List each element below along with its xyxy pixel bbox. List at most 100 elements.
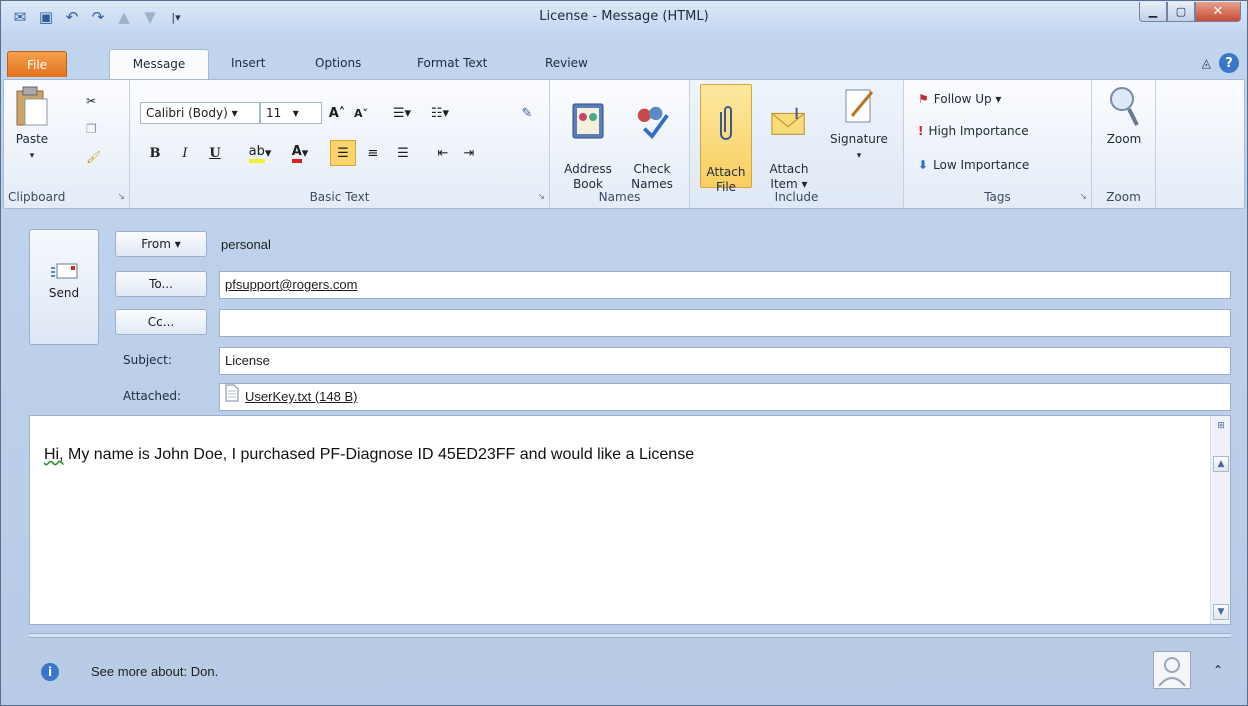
text-file-icon [225, 384, 239, 411]
flag-icon: ⚑ [918, 92, 929, 106]
close-button[interactable]: ✕ [1195, 2, 1241, 22]
group-zoom: Zoom Zoom [1092, 80, 1156, 208]
to-recipient[interactable]: pfsupport@rogers.com [225, 277, 357, 292]
scroll-down-arrow[interactable]: ▼ [1213, 604, 1229, 620]
magnifier-icon [1105, 86, 1143, 126]
group-names: Address Book Check Names Names [550, 80, 690, 208]
signature-dropdown-icon: ▾ [856, 151, 862, 161]
high-importance-button[interactable]: ! High Importance [918, 120, 1029, 142]
send-icon [49, 260, 79, 282]
attached-field: UserKey.txt (148 B) [219, 383, 1231, 411]
expand-people-pane-icon[interactable]: ⌃ [1213, 663, 1223, 677]
low-importance-button[interactable]: ⬇ Low Importance [918, 154, 1029, 176]
clear-formatting-icon[interactable]: ✎ [514, 102, 540, 124]
message-body-text[interactable]: Hi, My name is John Doe, I purchased PF-… [44, 446, 694, 464]
bullets-icon[interactable]: ☰▾ [384, 102, 420, 124]
address-book-button[interactable]: Address Book [558, 86, 618, 192]
align-center-icon[interactable]: ≡ [360, 142, 386, 164]
clipboard-launcher-icon[interactable]: ↘ [117, 192, 125, 202]
tab-file[interactable]: File [7, 51, 67, 77]
paste-icon [13, 86, 51, 126]
tab-review[interactable]: Review [533, 47, 600, 79]
signature-icon [840, 86, 878, 126]
highlight-icon[interactable]: ab ▾ [242, 142, 278, 164]
grow-font-icon[interactable]: A˄ [326, 102, 348, 124]
from-button[interactable]: From ▾ [115, 231, 207, 257]
minimize-ribbon-icon[interactable]: ◬ [1202, 56, 1211, 70]
align-right-icon[interactable]: ☰ [390, 142, 416, 164]
italic-button[interactable]: I [174, 142, 196, 164]
bold-button[interactable]: B [144, 142, 166, 164]
attach-item-button[interactable]: Attach Item ▾ [760, 86, 818, 192]
paste-dropdown-icon: ▾ [29, 151, 35, 161]
attachment-link[interactable]: UserKey.txt (148 B) [245, 384, 357, 410]
basic-text-launcher-icon[interactable]: ↘ [537, 192, 545, 202]
group-include: Attach File Attach Item ▾ Signature ▾ Inc… [690, 80, 904, 208]
ruler-toggle-icon[interactable]: ⊞ [1213, 418, 1229, 434]
vertical-scrollbar[interactable]: ⊞ ▲ ▼ [1210, 416, 1230, 624]
tab-options[interactable]: Options [303, 47, 373, 79]
subject-label: Subject: [123, 353, 172, 367]
follow-up-button[interactable]: ⚑ Follow Up ▾ [918, 88, 1001, 110]
address-book-icon [569, 101, 607, 141]
include-group-label: Include [774, 190, 819, 204]
decrease-indent-icon[interactable]: ⇤ [430, 142, 456, 164]
help-area: ◬ ? [1202, 53, 1239, 73]
underline-button[interactable]: U [204, 142, 226, 164]
info-icon: i [41, 663, 59, 681]
maximize-button[interactable]: ▢ [1167, 2, 1195, 22]
to-field[interactable]: pfsupport@rogers.com [219, 271, 1231, 299]
shrink-font-icon[interactable]: A˅ [350, 102, 372, 124]
tab-message[interactable]: Message [109, 49, 209, 81]
font-name-combo[interactable]: Calibri (Body) ▾ [140, 102, 260, 124]
tags-group-label: Tags [984, 190, 1011, 204]
tags-launcher-icon[interactable]: ↘ [1079, 192, 1087, 202]
cc-button[interactable]: Cc... [115, 309, 207, 335]
attach-file-button[interactable]: Attach File [700, 84, 752, 194]
check-names-button[interactable]: Check Names [622, 86, 682, 192]
zoom-button[interactable]: Zoom [1098, 86, 1150, 147]
tab-insert[interactable]: Insert [219, 47, 277, 79]
zoom-group-label: Zoom [1106, 190, 1141, 204]
people-pane: i See more about: Don. ⌃ [1, 641, 1247, 703]
greeting-text: Hi, [44, 446, 64, 463]
format-painter-icon[interactable]: 🖌 [86, 146, 101, 168]
signature-button[interactable]: Signature ▾ [822, 86, 896, 164]
clipboard-group-label: Clipboard [8, 190, 66, 204]
cc-field[interactable] [219, 309, 1231, 337]
paperclip-icon [707, 104, 745, 144]
font-size-combo[interactable]: 11 ▾ [260, 102, 322, 124]
from-value: personal [221, 237, 271, 252]
people-pane-splitter[interactable] [29, 633, 1231, 638]
low-importance-icon: ⬇ [918, 158, 929, 172]
message-body[interactable]: Hi, My name is John Doe, I purchased PF-… [29, 415, 1231, 625]
font-color-icon[interactable]: A ▾ [282, 142, 318, 164]
window-controls: ▁ ▢ ✕ [1139, 2, 1241, 22]
contact-avatar[interactable] [1153, 651, 1191, 689]
check-names-icon [633, 101, 671, 141]
minimize-button[interactable]: ▁ [1139, 2, 1167, 22]
to-button[interactable]: To... [115, 271, 207, 297]
paste-button[interactable]: Paste ▾ [10, 86, 54, 164]
body-sentence: My name is John Doe, I purchased PF-Diag… [63, 446, 695, 463]
group-tags: ⚑ Follow Up ▾ ! High Importance ⬇ Low Im… [904, 80, 1092, 208]
attached-label: Attached: [123, 389, 182, 403]
send-button[interactable]: Send [29, 229, 99, 345]
numbering-icon[interactable]: ☷▾ [422, 102, 458, 124]
see-more-text[interactable]: See more about: Don. [91, 664, 218, 679]
subject-field[interactable]: License [219, 347, 1231, 375]
help-icon[interactable]: ? [1219, 53, 1239, 73]
basic-text-group-label: Basic Text [309, 190, 370, 204]
group-clipboard: Paste ▾ ✂ ❐ 🖌 Clipboard ↘ [4, 80, 130, 208]
outlook-message-window: ✉ ▣ ↶ ↷ ▲ ▼ |▾ License - Message (HTML) … [0, 0, 1248, 706]
increase-indent-icon[interactable]: ⇥ [456, 142, 482, 164]
copy-icon[interactable]: ❐ [86, 118, 97, 140]
scroll-up-arrow[interactable]: ▲ [1213, 456, 1229, 472]
tab-format-text[interactable]: Format Text [405, 47, 499, 79]
align-left-icon[interactable]: ☰ [330, 140, 356, 166]
window-title: License - Message (HTML) [539, 9, 709, 24]
ribbon-tabs: File Message Insert Options Format Text … [1, 47, 1247, 81]
cut-icon[interactable]: ✂ [86, 90, 96, 112]
attach-item-icon [770, 101, 808, 141]
group-basic-text: Calibri (Body) ▾ 11 ▾ A˄ A˅ ☰▾ ☷▾ ✎ B I … [130, 80, 550, 208]
